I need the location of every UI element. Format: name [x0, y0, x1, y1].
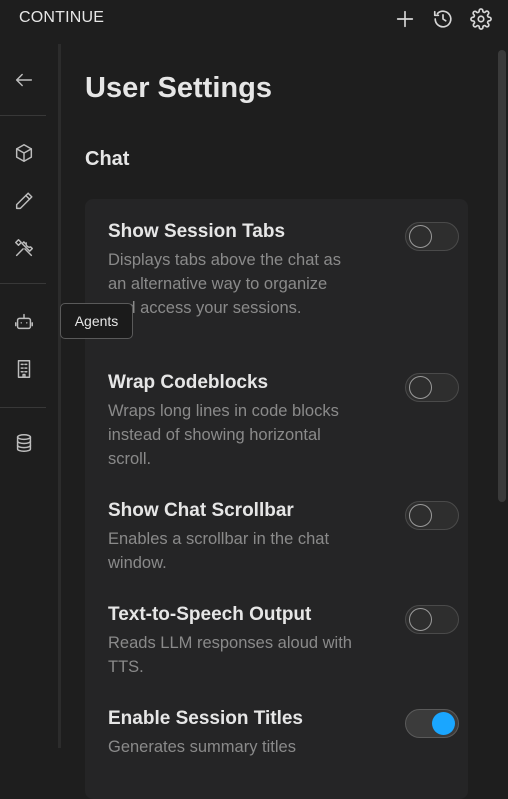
toggle-knob [409, 376, 432, 399]
toggle-enable-session-titles[interactable] [405, 709, 459, 738]
toggle-knob [409, 608, 432, 631]
back-arrow-icon[interactable] [11, 67, 37, 93]
page-title: User Settings [85, 72, 272, 104]
agents-tooltip: Agents [60, 303, 133, 339]
setting-show-session-tabs: Show Session Tabs Displays tabs above th… [108, 220, 459, 320]
robot-icon[interactable] [11, 309, 37, 335]
setting-description: Enables a scrollbar in the chat window. [108, 530, 330, 572]
setting-description: Reads LLM responses aloud with TTS. [108, 634, 352, 676]
setting-text-to-speech: Text-to-Speech Output Reads LLM response… [108, 603, 459, 679]
toggle-knob [409, 225, 432, 248]
tools-icon[interactable] [11, 235, 37, 261]
toggle-wrap-codeblocks[interactable] [405, 373, 459, 402]
setting-description: Generates summary titles [108, 738, 296, 756]
toggle-show-session-tabs[interactable] [405, 222, 459, 251]
top-bar: CONTINUE [0, 0, 508, 44]
gear-icon[interactable] [466, 6, 496, 32]
section-title-chat: Chat [85, 148, 130, 170]
sidebar-divider [0, 283, 46, 284]
setting-wrap-codeblocks: Wrap Codeblocks Wraps long lines in code… [108, 371, 459, 471]
cube-icon[interactable] [11, 140, 37, 166]
setting-description: Displays tabs above the chat as an alter… [108, 251, 341, 317]
sidebar [0, 44, 58, 748]
sidebar-divider [0, 115, 46, 116]
toggle-show-chat-scrollbar[interactable] [405, 501, 459, 530]
scrollbar[interactable] [498, 44, 508, 748]
toggle-knob [432, 712, 455, 735]
history-icon[interactable] [428, 6, 458, 32]
plus-icon[interactable] [390, 6, 420, 32]
settings-main: User Settings Chat Show Session Tabs Dis… [61, 44, 498, 799]
database-icon[interactable] [11, 430, 37, 456]
building-icon[interactable] [11, 356, 37, 382]
top-actions [390, 6, 496, 32]
sidebar-divider [0, 407, 46, 408]
pencil-icon[interactable] [11, 188, 37, 214]
setting-show-chat-scrollbar: Show Chat Scrollbar Enables a scrollbar … [108, 499, 459, 575]
setting-enable-session-titles: Enable Session Titles Generates summary … [108, 707, 459, 759]
toggle-knob [409, 504, 432, 527]
scrollbar-thumb[interactable] [498, 50, 506, 502]
toggle-text-to-speech[interactable] [405, 605, 459, 634]
setting-description: Wraps long lines in code blocks instead … [108, 402, 339, 468]
app-title: CONTINUE [19, 9, 105, 26]
chat-settings-card: Show Session Tabs Displays tabs above th… [85, 199, 468, 799]
